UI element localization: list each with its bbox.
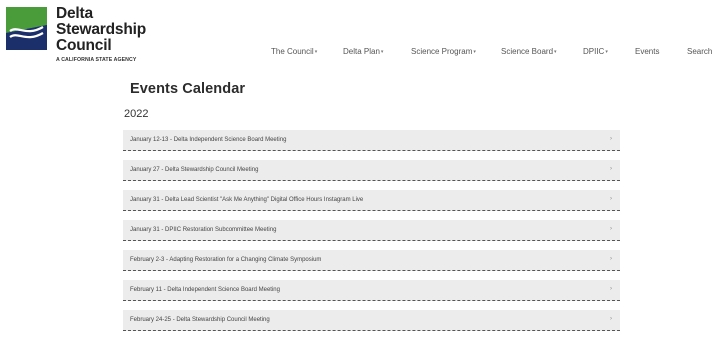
- caret-down-icon: ▾: [314, 49, 318, 55]
- nav-item-science-board[interactable]: Science Board▾: [501, 47, 557, 56]
- event-label: January 31 - DPIIC Restoration Subcommit…: [130, 227, 277, 233]
- chevron-right-icon: ›: [610, 166, 612, 172]
- nav-label: DPIIC: [583, 47, 605, 56]
- delta-logo-icon[interactable]: [6, 7, 47, 50]
- nav-label: The Council: [271, 47, 314, 56]
- chevron-right-icon: ›: [610, 256, 612, 262]
- event-label: February 11 - Delta Independent Science …: [130, 287, 280, 293]
- event-label: January 27 - Delta Stewardship Council M…: [130, 167, 259, 173]
- chevron-right-icon: ›: [610, 226, 612, 232]
- event-row[interactable]: January 27 - Delta Stewardship Council M…: [123, 160, 620, 181]
- nav-label: Science Board: [501, 47, 554, 56]
- nav-label: Events: [635, 47, 660, 56]
- event-row[interactable]: February 24-25 - Delta Stewardship Counc…: [123, 310, 620, 331]
- event-row[interactable]: February 11 - Delta Independent Science …: [123, 280, 620, 301]
- nav-label: Science Program: [411, 47, 473, 56]
- nav-item-search[interactable]: Search: [687, 47, 712, 56]
- event-label: January 31 - Delta Lead Scientist "Ask M…: [130, 197, 364, 203]
- event-label: February 24-25 - Delta Stewardship Counc…: [130, 317, 270, 323]
- caret-down-icon: ▾: [473, 49, 476, 55]
- nav-item-dpiic[interactable]: DPIIC▾: [583, 47, 608, 56]
- page-title: Events Calendar: [130, 81, 246, 97]
- nav-item-science-program[interactable]: Science Program▾: [411, 47, 476, 56]
- event-row[interactable]: January 12-13 - Delta Independent Scienc…: [123, 130, 620, 151]
- nav-item-the-council[interactable]: The Council▾: [271, 47, 317, 56]
- event-label: February 2-3 - Adapting Restoration for …: [130, 257, 322, 263]
- caret-down-icon: ▾: [554, 49, 557, 55]
- logo-line-2: Stewardship: [56, 21, 146, 38]
- nav-item-events[interactable]: Events: [635, 47, 659, 56]
- main-nav: The Council▾ Delta Plan▾ Science Program…: [0, 47, 712, 61]
- chevron-right-icon: ›: [610, 316, 612, 322]
- event-row[interactable]: January 31 - Delta Lead Scientist "Ask M…: [123, 190, 620, 211]
- event-row[interactable]: January 31 - DPIIC Restoration Subcommit…: [123, 220, 620, 241]
- nav-label: Delta Plan: [343, 47, 380, 56]
- chevron-right-icon: ›: [610, 136, 612, 142]
- caret-down-icon: ▾: [605, 49, 608, 55]
- logo-line-1: Delta: [56, 5, 93, 22]
- chevron-right-icon: ›: [610, 286, 612, 292]
- nav-label: Search: [687, 47, 712, 56]
- chevron-right-icon: ›: [610, 196, 612, 202]
- event-row[interactable]: February 2-3 - Adapting Restoration for …: [123, 250, 620, 271]
- year-heading: 2022: [124, 108, 149, 120]
- nav-item-delta-plan[interactable]: Delta Plan▾: [343, 47, 383, 56]
- site-header: Delta Stewardship Council A CALIFORNIA S…: [0, 0, 712, 70]
- caret-down-icon: ▾: [380, 49, 384, 55]
- event-label: January 12-13 - Delta Independent Scienc…: [130, 137, 287, 143]
